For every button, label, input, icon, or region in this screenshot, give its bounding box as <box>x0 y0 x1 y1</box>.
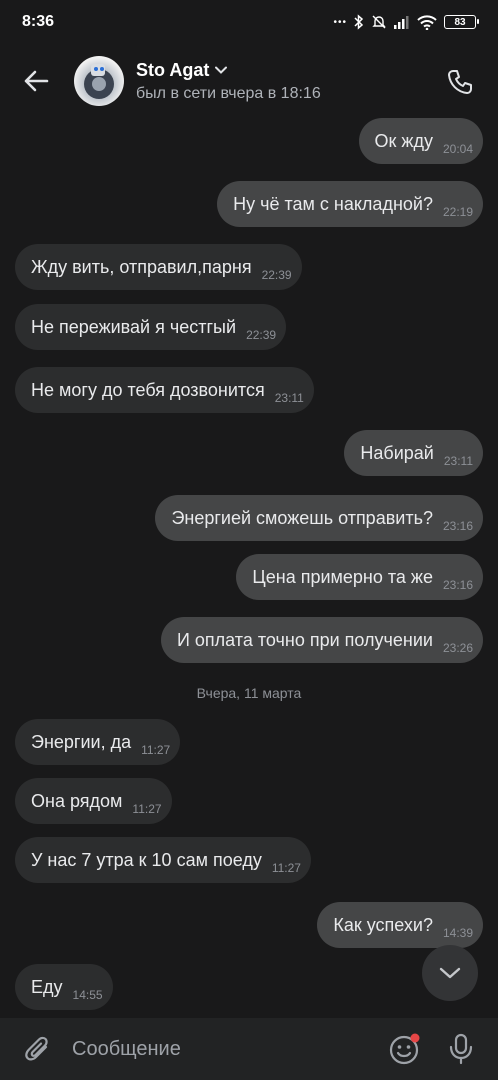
attach-button[interactable] <box>18 1029 58 1069</box>
message-text: Цена примерно та же <box>252 566 433 587</box>
message-bubble-outgoing[interactable]: Как успехи? 14:39 <box>317 902 483 948</box>
message-time: 23:16 <box>442 578 473 592</box>
message-text: Не могу до тебя дозвонится <box>31 379 265 400</box>
message-time: 23:11 <box>274 391 304 405</box>
message-time: 23:11 <box>443 454 473 468</box>
message-time: 23:26 <box>442 641 473 655</box>
message-bubble-outgoing[interactable]: Цена примерно та же 23:16 <box>236 554 483 600</box>
message-text: И оплата точно при получении <box>176 629 433 650</box>
microphone-icon <box>449 1033 473 1065</box>
message-text: Ок жду <box>374 130 433 151</box>
battery-level: 83 <box>454 16 466 28</box>
contact-name-row: Sto Agat <box>136 60 321 81</box>
wifi-icon <box>417 14 437 30</box>
chat-header: Sto Agat был в сети вчера в 18:16 <box>0 44 498 118</box>
message-bubble-outgoing[interactable]: И оплата точно при получении 23:26 <box>160 617 483 663</box>
smiley-icon <box>389 1033 420 1065</box>
status-time: 8:36 <box>22 13 55 30</box>
message-time: 11:27 <box>271 861 301 875</box>
message-time: 23:16 <box>442 519 473 533</box>
message-text: Еду <box>31 976 63 997</box>
battery-icon: 83 <box>444 15 479 29</box>
message-bubble-incoming[interactable]: У нас 7 утра к 10 сам поеду 11:27 <box>15 837 311 883</box>
message-bubble-incoming[interactable]: Не переживай я честгый 22:39 <box>15 304 287 350</box>
message-text: Набирай <box>360 442 434 463</box>
message-bubble-incoming[interactable]: Она рядом 11:27 <box>15 778 172 824</box>
message-time: 11:27 <box>132 802 162 816</box>
message-bubble-outgoing[interactable]: Ок жду 20:04 <box>358 118 483 164</box>
date-separator: Вчера, 11 марта <box>196 685 302 701</box>
message-text: У нас 7 утра к 10 сам поеду <box>31 849 262 870</box>
message-time: 14:39 <box>442 926 473 940</box>
message-bubble-outgoing[interactable]: Ну чё там с накладной? 22:19 <box>217 181 483 227</box>
message-time: 22:39 <box>261 268 292 282</box>
avatar[interactable] <box>74 56 124 106</box>
message-text: Не переживай я честгый <box>31 316 237 337</box>
notification-dots-icon: ••• <box>333 16 347 28</box>
paperclip-icon <box>25 1036 48 1061</box>
status-bar: 8:36 ••• 83 <box>0 0 498 44</box>
signal-icon <box>394 16 409 29</box>
sticker-button[interactable] <box>386 1030 424 1068</box>
phone-icon <box>448 70 472 94</box>
chevron-down-icon <box>439 967 461 979</box>
message-text: Энергии, да <box>31 731 132 752</box>
bluetooth-icon <box>354 14 364 30</box>
back-button[interactable] <box>16 61 56 101</box>
voice-message-button[interactable] <box>442 1030 480 1068</box>
message-text: Жду вить, отправил,парня <box>31 256 252 277</box>
call-button[interactable] <box>440 62 480 102</box>
message-bubble-outgoing[interactable]: Набирай 23:11 <box>344 430 483 476</box>
mute-bell-icon <box>372 15 386 29</box>
contact-title[interactable]: Sto Agat был в сети вчера в 18:16 <box>136 60 321 103</box>
message-bubble-incoming[interactable]: Не могу до тебя дозвонится 23:11 <box>15 367 314 413</box>
message-list[interactable]: Ок жду 20:04 Ну чё там с накладной? 22:1… <box>0 118 498 1018</box>
message-text: Как успехи? <box>333 914 433 935</box>
message-time: 14:55 <box>72 988 103 1002</box>
contact-name: Sto Agat <box>136 59 210 80</box>
message-text: Ну чё там с накладной? <box>233 193 433 214</box>
message-bubble-outgoing[interactable]: Энергией сможешь отправить? 23:16 <box>155 495 483 541</box>
message-time: 20:04 <box>442 142 473 156</box>
message-bubble-incoming[interactable]: Еду 14:55 <box>15 964 113 1010</box>
message-time: 22:19 <box>442 205 473 219</box>
message-bubble-incoming[interactable]: Энергии, да 11:27 <box>15 719 181 765</box>
status-icons: ••• 83 <box>333 14 479 30</box>
contact-status: был в сети вчера в 18:16 <box>136 84 321 102</box>
message-input[interactable] <box>72 1029 362 1069</box>
message-composer <box>0 1018 498 1080</box>
message-time: 11:27 <box>141 743 171 757</box>
arrow-left-icon <box>24 70 49 92</box>
scroll-to-bottom-button[interactable] <box>422 945 478 1001</box>
avatar-image <box>84 64 114 99</box>
message-bubble-incoming[interactable]: Жду вить, отправил,парня 22:39 <box>15 244 302 290</box>
chevron-down-icon <box>215 66 228 74</box>
message-time: 22:39 <box>246 328 277 342</box>
message-text: Энергией сможешь отправить? <box>171 507 433 528</box>
message-text: Она рядом <box>31 790 123 811</box>
